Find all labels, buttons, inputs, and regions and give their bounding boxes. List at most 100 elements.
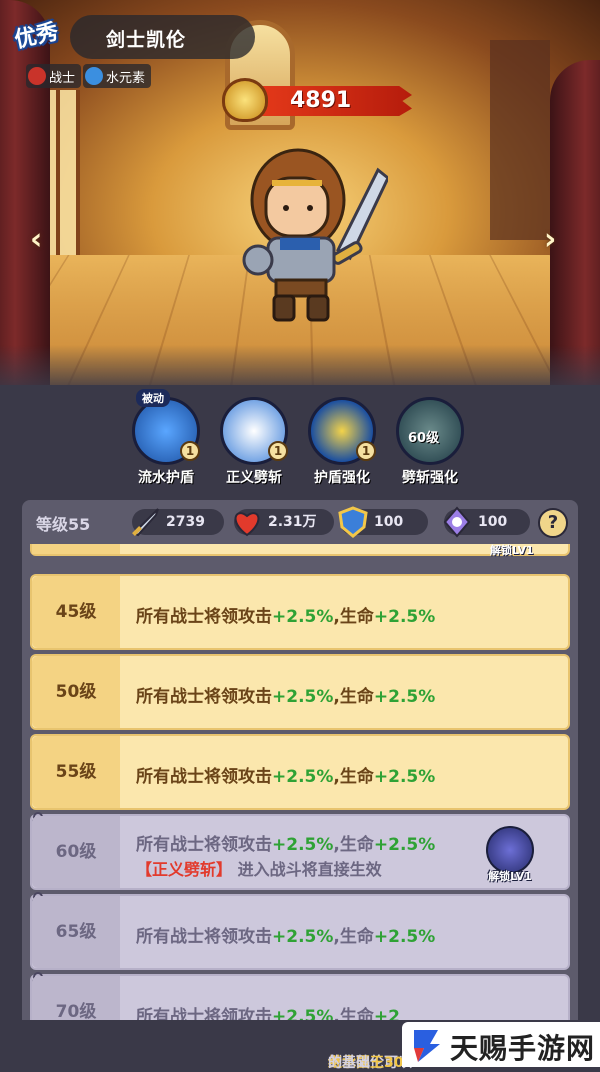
class-tag: 战士 (26, 64, 82, 88)
skill-item[interactable]: 被动 1 流水护盾 (128, 389, 204, 493)
bonus-sep: ,生命 (333, 687, 374, 707)
attack-bonus: +2.5% (272, 835, 334, 855)
skill-name: 流水护盾 (138, 470, 194, 486)
skill-name: 劈斩强化 (402, 470, 458, 486)
hero-name-plate: 剑士凯伦 (70, 15, 255, 59)
crit-value: 100 (478, 514, 508, 530)
shield-icon (338, 506, 368, 538)
attack-bonus: +2.5% (272, 607, 334, 627)
element-tag-label: 水元素 (106, 70, 146, 86)
attack-bonus: +2.5% (272, 767, 334, 787)
level-bonus-list[interactable]: 解锁LV1 45级 所有战士将领攻击+2.5%,生命+2.5% 50级 所有战士… (22, 544, 578, 1020)
bonus-description: 所有战士将领攻击+2.5%,生命+2.5% (136, 922, 435, 947)
sword-icon (28, 67, 46, 85)
defense-stat: 100 (338, 506, 428, 538)
stats-bar: 等级55 2739 2.31万 100 100 ? (22, 500, 578, 544)
site-logo-icon (414, 1030, 440, 1062)
hp-stat: 2.31万 (234, 509, 334, 537)
level-label: 55级 (32, 736, 120, 808)
skill-count: 1 (180, 441, 200, 461)
bonus-text: 所有战士将领攻击 (136, 767, 272, 787)
water-drop-icon (85, 67, 104, 85)
level-row: 45级 所有战士将领攻击+2.5%,生命+2.5% (30, 574, 570, 650)
hp-bonus: +2 (373, 1007, 400, 1020)
skill-item[interactable]: 60级 劈斩强化 (392, 393, 468, 493)
skill-list: 被动 1 流水护盾 1 正义劈斩 1 护盾强化 60级 劈斩强化 (128, 389, 478, 493)
skill-unlock-badge[interactable]: 解锁LV1 (480, 826, 540, 886)
attack-stat: 2739 (132, 508, 224, 537)
sword-slash-icon (486, 826, 534, 874)
crit-stat: 100 (443, 506, 530, 538)
note-post: 的基础 (328, 1055, 370, 1071)
bonus-description: 所有战士将领攻击+2.5%,生命+2.5% (136, 830, 435, 855)
bonus-sep: ,生命 (333, 927, 374, 947)
level-row: 55级 所有战士将领攻击+2.5%,生命+2.5% (30, 734, 570, 810)
hp-bonus: +2.5% (373, 767, 436, 787)
hp-value: 2.31万 (268, 514, 317, 530)
bonus-description: 所有战士将领攻击+2.5%,生命+2 (136, 1002, 400, 1020)
passive-badge: 被动 (136, 389, 170, 407)
skill-count: 1 (268, 441, 288, 461)
power-rating: 4891 (222, 78, 422, 122)
power-value: 4891 (290, 88, 352, 113)
rank-badge: 优秀 (10, 8, 78, 68)
bonus-text: 所有战士将领攻击 (136, 1007, 272, 1020)
hp-bonus: +2.5% (373, 835, 436, 855)
level-label: 60级 (32, 816, 120, 888)
curtain-right (550, 60, 600, 385)
attack-bonus: +2.5% (272, 1007, 334, 1020)
help-icon[interactable]: ? (538, 508, 568, 538)
level-label: 65级 (32, 896, 120, 968)
sword-icon (132, 508, 159, 537)
bonus-description: 所有战士将领攻击+2.5%,生命+2.5% (136, 602, 435, 627)
hp-bonus: +2.5% (373, 687, 436, 707)
element-tag: 水元素 (83, 64, 152, 88)
level-row-partial: 解锁LV1 (30, 544, 570, 557)
skill-level-requirement: 60级 (408, 431, 440, 446)
skill-name: 护盾强化 (314, 470, 370, 486)
defense-value: 100 (374, 514, 404, 530)
hero-name: 剑士凯伦 (106, 29, 187, 51)
unlock-label: 解锁LV1 (490, 544, 534, 557)
level-row: 60级 所有战士将领攻击+2.5%,生命+2.5% 【正义劈斩】 进入战斗将直接… (30, 812, 570, 890)
level-label: 50级 (32, 656, 120, 728)
next-hero-arrow-icon[interactable]: › (544, 222, 556, 257)
level-row: 70级 所有战士将领攻击+2.5%,生命+2 (30, 972, 570, 1020)
hero-level: 等级55 (36, 515, 91, 534)
bonus-sep: ,生命 (333, 835, 374, 855)
bonus-text: 所有战士将领攻击 (136, 607, 272, 627)
skill-link: 【正义劈斩】 (136, 860, 233, 879)
bonus-sep: ,生命 (333, 607, 374, 627)
level-label: 70级 (32, 976, 120, 1020)
bonus-description: 所有战士将领攻击+2.5%,生命+2.5% (136, 682, 435, 707)
power-shield-icon (222, 78, 268, 122)
bonus-sep: ,生命 (333, 767, 374, 787)
attack-bonus: +2.5% (272, 927, 334, 947)
bonus-text: 所有战士将领攻击 (136, 835, 272, 855)
site-name: 天赐手游网 (450, 1032, 596, 1065)
bonus-description: 所有战士将领攻击+2.5%,生命+2.5% (136, 762, 435, 787)
prev-hero-arrow-icon[interactable]: ‹ (30, 222, 42, 257)
hp-bonus: +2.5% (373, 607, 436, 627)
heart-icon (234, 512, 260, 537)
skill-item[interactable]: 1 正义劈斩 (216, 393, 292, 493)
hero-tags: 战士 水元素 (26, 64, 152, 88)
bonus-text: 所有战士将领攻击 (136, 687, 272, 707)
gem-icon (443, 506, 471, 538)
site-watermark: 天赐手游网 (402, 1022, 600, 1067)
rank-label: 优秀 (12, 19, 61, 54)
hero-character (242, 148, 388, 322)
unlock-label: 解锁LV1 (488, 870, 532, 883)
skill-unlock-text: 进入战斗将直接生效 (237, 860, 382, 879)
level-row: 65级 所有战士将领攻击+2.5%,生命+2.5% (30, 892, 570, 970)
level-row: 50级 所有战士将领攻击+2.5%,生命+2.5% (30, 654, 570, 730)
skill-count: 1 (356, 441, 376, 461)
shelf (490, 40, 550, 240)
scene-fade (0, 345, 600, 385)
attack-value: 2739 (166, 514, 205, 530)
bonus-text: 所有战士将领攻击 (136, 927, 272, 947)
skill-name: 正义劈斩 (226, 470, 282, 486)
skill-unlock-description: 【正义劈斩】 进入战斗将直接生效 (136, 856, 382, 880)
skill-item[interactable]: 1 护盾强化 (304, 393, 380, 493)
level-label: 45级 (32, 576, 120, 648)
